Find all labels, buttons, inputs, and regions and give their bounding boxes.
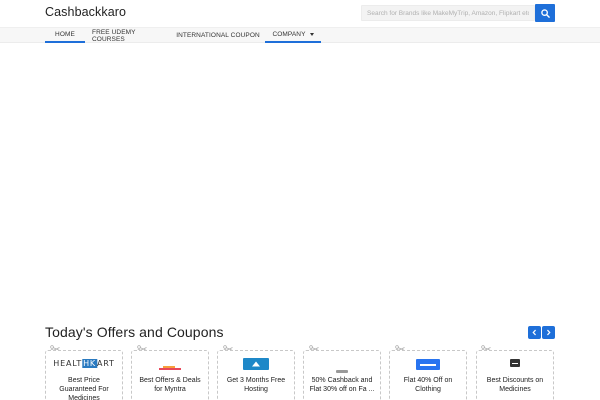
offer-card-text: 50% Cashback and Flat 30% off on Fa ...	[309, 377, 375, 393]
hostinger-logo	[243, 358, 269, 370]
header: Cashbackkaro	[0, 0, 600, 27]
nav-item-label: INTERNATIONAL COUPON	[176, 32, 260, 39]
nav-item-label: COMPANY	[272, 31, 306, 38]
offer-card-text: Best Price Guaranteed For Medicines	[59, 377, 109, 400]
1mg-logo	[510, 359, 520, 367]
search-button[interactable]	[535, 4, 555, 22]
chevron-right-icon	[547, 329, 551, 336]
chevron-left-icon	[532, 329, 536, 336]
offer-card-text: Get 3 Months Free Hosting	[226, 377, 286, 393]
offer-card-ajio[interactable]: 50% Cashback and Flat 30% off on Fa ...	[303, 350, 381, 400]
nav-item-company[interactable]: COMPANY	[265, 28, 321, 43]
search-input[interactable]	[361, 5, 535, 21]
offers-section-title: Today's Offers and Coupons	[45, 324, 224, 340]
offer-card-text: Best Discounts on Medicines	[486, 377, 544, 393]
offer-card-text: Flat 40% Off on Clothing	[403, 377, 453, 393]
brand-logo-text[interactable]: Cashbackkaro	[45, 5, 126, 19]
offer-card-flipkart[interactable]: Flat 40% Off on Clothing	[389, 350, 467, 400]
healthkart-logo: HEALT HK ART	[53, 359, 115, 368]
flipkart-logo	[416, 359, 440, 370]
main-nav: HOME FREE UDEMY COURSES INTERNATIONAL CO…	[0, 27, 600, 43]
search-icon	[540, 8, 550, 18]
nav-item-home[interactable]: HOME	[45, 28, 85, 43]
offer-card-myntra[interactable]: Best Offers & Deals for Myntra	[131, 350, 209, 400]
offer-card-hostinger[interactable]: Get 3 Months Free Hosting	[217, 350, 295, 400]
offer-card-text: Best Offers & Deals for Myntra	[139, 377, 201, 393]
carousel-next-button[interactable]	[542, 326, 555, 339]
nav-item-international-coupon[interactable]: INTERNATIONAL COUPON	[176, 28, 260, 43]
caret-down-icon	[309, 33, 314, 36]
carousel-prev-button[interactable]	[528, 326, 541, 339]
nav-item-label: HOME	[55, 31, 75, 38]
nav-item-free-udemy-courses[interactable]: FREE UDEMY COURSES	[92, 28, 164, 43]
offer-card-healthkart[interactable]: HEALT HK ART Best Price Guaranteed For Med…	[45, 350, 123, 400]
offer-card-1mg[interactable]: Best Discounts on Medicines	[476, 350, 554, 400]
nav-item-label: FREE UDEMY COURSES	[92, 28, 136, 43]
